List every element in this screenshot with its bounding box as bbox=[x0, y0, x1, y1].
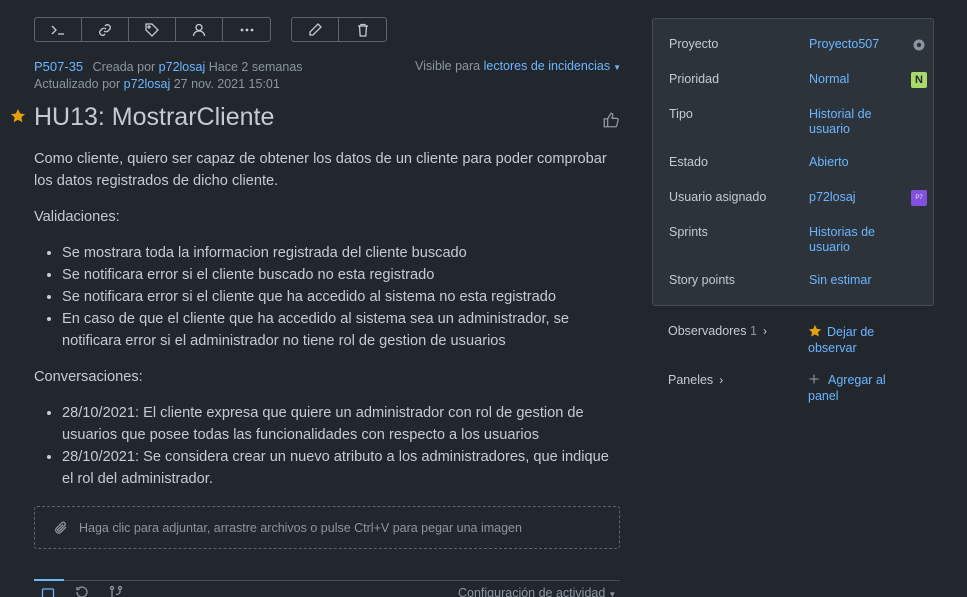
star-icon[interactable] bbox=[10, 108, 26, 124]
issue-title[interactable]: HU13: MostrarCliente bbox=[34, 103, 274, 132]
more-button[interactable] bbox=[223, 18, 270, 41]
delete-button[interactable] bbox=[339, 18, 386, 41]
pencil-icon bbox=[309, 22, 322, 36]
activity-config-dropdown[interactable]: Configuración de actividad ▼ bbox=[458, 586, 616, 597]
terminal-icon bbox=[51, 25, 64, 35]
create-branch-button[interactable] bbox=[35, 18, 82, 41]
branch-icon bbox=[109, 585, 123, 597]
trash-icon bbox=[357, 23, 368, 37]
tab-history[interactable] bbox=[74, 584, 90, 597]
activity-tabs-divider bbox=[34, 580, 620, 581]
paperclip-icon bbox=[55, 521, 67, 534]
list-item: Se notificara error si el cliente que ha… bbox=[62, 286, 624, 308]
field-label: Estado bbox=[669, 155, 708, 169]
history-icon bbox=[76, 586, 88, 597]
priority-badge: N bbox=[911, 72, 927, 88]
project-link[interactable]: Proyecto507 bbox=[809, 37, 899, 52]
issue-updated-meta: Actualizado por p72losaj 27 nov. 2021 15… bbox=[34, 77, 280, 91]
chevron-down-icon: ▼ bbox=[608, 590, 617, 597]
issue-description[interactable]: Como cliente, quiero ser capaz de obtene… bbox=[34, 148, 624, 504]
story-points-value[interactable]: Sin estimar bbox=[809, 273, 899, 288]
created-when: Hace 2 semanas bbox=[208, 60, 303, 74]
observers-count: 1 bbox=[750, 324, 757, 338]
gear-icon[interactable] bbox=[911, 37, 927, 53]
plus-icon bbox=[809, 374, 819, 384]
updated-when: 27 nov. 2021 15:01 bbox=[173, 77, 280, 91]
field-label: Story points bbox=[669, 273, 736, 287]
created-by-link[interactable]: p72losaj bbox=[159, 60, 206, 74]
activity-tabs bbox=[40, 584, 124, 597]
field-label: Tipo bbox=[669, 107, 693, 121]
tag-button[interactable] bbox=[129, 18, 176, 41]
visibility-selector[interactable]: Visible para lectores de incidencias ▼ bbox=[415, 59, 621, 73]
edit-button[interactable] bbox=[292, 18, 339, 41]
avatar: P7 bbox=[911, 190, 927, 206]
observers-toggle[interactable]: Observadores 1 › bbox=[668, 324, 767, 338]
field-label: Sprints bbox=[669, 225, 708, 239]
visible-prefix: Visible para bbox=[415, 59, 481, 73]
list-item: Se notificara error si el cliente buscad… bbox=[62, 264, 624, 286]
type-value[interactable]: Historial de usuario bbox=[809, 107, 899, 137]
list-item: Se mostrara toda la informacion registra… bbox=[62, 242, 624, 264]
add-to-board-button[interactable]: Agregar al panel bbox=[808, 372, 918, 404]
chevron-right-icon: › bbox=[719, 373, 724, 387]
comment-icon bbox=[41, 588, 55, 597]
chevron-right-icon: › bbox=[762, 324, 767, 338]
updated-by-link[interactable]: p72losaj bbox=[124, 77, 171, 91]
link-button[interactable] bbox=[82, 18, 129, 41]
unwatch-button[interactable]: Dejar de observar bbox=[808, 324, 918, 356]
status-value[interactable]: Abierto bbox=[809, 155, 899, 170]
observers-label: Observadores bbox=[668, 324, 747, 338]
star-icon bbox=[808, 324, 822, 337]
tag-icon bbox=[145, 22, 159, 37]
toolbar-actions-group bbox=[34, 17, 271, 42]
assignee-link[interactable]: p72losaj bbox=[809, 190, 899, 205]
conversations-list: 28/10/2021: El cliente expresa que quier… bbox=[62, 402, 624, 490]
tab-comments[interactable] bbox=[40, 584, 56, 597]
active-tab-indicator bbox=[34, 579, 64, 581]
list-item: En caso de que el cliente que ha accedid… bbox=[62, 308, 624, 352]
validations-list: Se mostrara toda la informacion registra… bbox=[62, 242, 624, 352]
priority-value[interactable]: Normal bbox=[809, 72, 899, 87]
issue-toolbar bbox=[34, 17, 387, 42]
field-label: Proyecto bbox=[669, 37, 719, 51]
field-label: Prioridad bbox=[669, 72, 720, 86]
description-intro: Como cliente, quiero ser capaz de obtene… bbox=[34, 151, 607, 189]
toolbar-edit-group bbox=[291, 17, 387, 42]
conversations-heading: Conversaciones: bbox=[34, 369, 143, 385]
assign-user-button[interactable] bbox=[176, 18, 223, 41]
issue-key[interactable]: P507-35 bbox=[34, 59, 83, 74]
sprint-value[interactable]: Historias de usuario bbox=[809, 225, 899, 255]
user-icon bbox=[192, 23, 206, 36]
link-icon bbox=[99, 23, 111, 36]
attachment-dropzone[interactable]: Haga clic para adjuntar, arrastre archiv… bbox=[34, 506, 620, 549]
list-item: 28/10/2021: El cliente expresa que quier… bbox=[62, 402, 624, 446]
boards-toggle[interactable]: Paneles › bbox=[668, 373, 723, 387]
issue-details-panel: Proyecto Proyecto507 Prioridad Normal N … bbox=[652, 18, 934, 306]
visible-to[interactable]: lectores de incidencias bbox=[484, 59, 610, 73]
field-label: Usuario asignado bbox=[669, 190, 767, 204]
thumbs-up-icon[interactable] bbox=[602, 111, 620, 129]
boards-label: Paneles bbox=[668, 373, 714, 387]
list-item: 28/10/2021: Se considera crear un nuevo … bbox=[62, 446, 624, 490]
validations-heading: Validaciones: bbox=[34, 209, 120, 225]
attachment-hint: Haga clic para adjuntar, arrastre archiv… bbox=[79, 520, 522, 535]
activity-config-label: Configuración de actividad bbox=[458, 586, 606, 597]
created-prefix: Creada por bbox=[92, 60, 156, 74]
updated-prefix: Actualizado por bbox=[34, 77, 121, 91]
issue-created-meta: P507-35 Creada por p72losaj Hace 2 seman… bbox=[34, 59, 303, 74]
chevron-down-icon: ▼ bbox=[613, 63, 621, 72]
tab-commits[interactable] bbox=[108, 584, 124, 597]
more-icon bbox=[240, 28, 253, 31]
